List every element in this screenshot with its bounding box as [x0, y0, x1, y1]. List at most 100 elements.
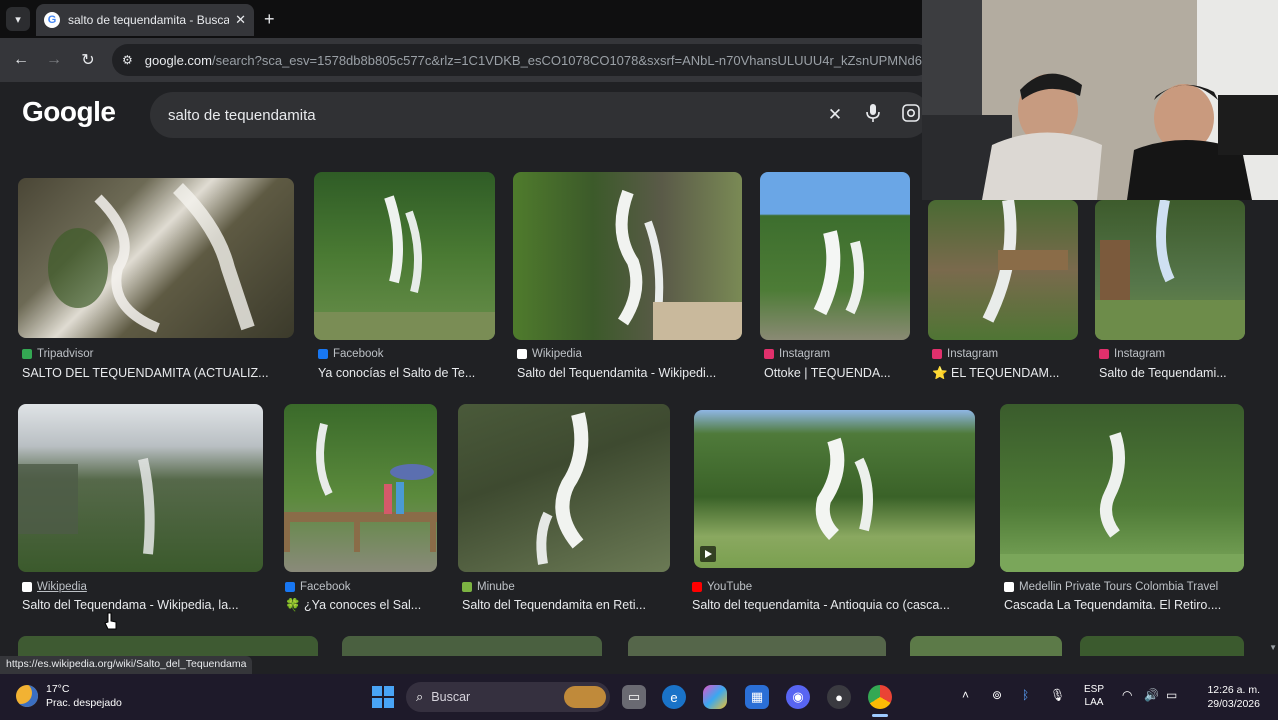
result-title[interactable]: Cascada La Tequendamita. El Retiro.... — [1004, 598, 1244, 612]
search-input[interactable]: salto de tequendamita — [168, 107, 816, 124]
tripadvisor-icon — [22, 349, 32, 359]
result-title[interactable]: Salto del Tequendamita en Reti... — [462, 598, 670, 612]
result-title[interactable]: Salto del Tequendamita - Wikipedi... — [517, 366, 742, 380]
tab-close-icon[interactable]: ✕ — [235, 12, 246, 28]
task-view-icon[interactable]: ▭ — [622, 685, 646, 709]
result-image[interactable] — [18, 404, 263, 572]
discord-icon[interactable]: ◉ — [786, 685, 810, 709]
result-image[interactable] — [1080, 636, 1244, 656]
result-source[interactable]: Facebook — [318, 348, 384, 360]
result-source[interactable]: Instagram — [764, 348, 830, 360]
hand-cursor-icon — [104, 612, 117, 630]
forward-arrow-icon[interactable]: → — [43, 49, 65, 71]
clear-search-icon[interactable]: ✕ — [816, 105, 854, 125]
weather-moon-icon — [16, 685, 38, 707]
result-image[interactable] — [342, 636, 602, 656]
wikipedia-icon — [517, 349, 527, 359]
result-image[interactable] — [928, 200, 1078, 340]
facebook-icon — [318, 349, 328, 359]
screen: ▾ G salto de tequendamita - Buscar ✕ + ←… — [0, 0, 1278, 720]
link-status-bar: https://es.wikipedia.org/wiki/Salto_del_… — [0, 656, 253, 674]
result-image[interactable] — [1000, 404, 1244, 572]
youtube-icon — [692, 582, 702, 592]
microphone-tray-icon[interactable]: 🎙 — [1050, 688, 1065, 702]
taskbar-search-input[interactable]: Buscar — [431, 690, 564, 704]
scroll-down-icon[interactable]: ▼ — [1269, 643, 1277, 652]
result-source[interactable]: Medellin Private Tours Colombia Travel — [1004, 581, 1218, 593]
result-source[interactable]: Instagram — [1099, 348, 1165, 360]
wifi-icon[interactable]: ◠ — [1122, 688, 1132, 702]
reload-icon[interactable]: ↻ — [77, 49, 99, 71]
back-arrow-icon[interactable]: ← — [10, 49, 32, 71]
search-highlight-icon — [564, 686, 606, 708]
address-bar[interactable]: ⚙ google.com/search?sca_esv=1578db8b805c… — [112, 44, 932, 76]
instagram-icon — [764, 349, 774, 359]
instagram-icon — [932, 349, 942, 359]
edge-icon[interactable]: e — [662, 685, 686, 709]
result-image[interactable] — [910, 636, 1062, 656]
store-icon[interactable]: ▦ — [745, 685, 769, 709]
taskbar-clock[interactable]: 12:26 a. m. 29/03/2026 — [1198, 683, 1260, 711]
result-title[interactable]: SALTO DEL TEQUENDAMITA (ACTUALIZ... — [22, 366, 294, 380]
result-source[interactable]: Instagram — [932, 348, 998, 360]
result-source[interactable]: Minube — [462, 581, 515, 593]
windows-start-icon[interactable] — [372, 686, 394, 708]
result-title[interactable]: Ottoke | TEQUENDA... — [764, 366, 910, 380]
meet-now-icon[interactable]: ⊚ — [992, 688, 1002, 702]
wikipedia-icon — [22, 582, 32, 592]
active-tab[interactable]: G salto de tequendamita - Buscar ✕ — [36, 4, 254, 36]
microphone-icon[interactable] — [854, 103, 892, 127]
site-info-icon[interactable]: ⚙ — [122, 53, 133, 67]
result-image[interactable] — [513, 172, 742, 340]
minube-icon — [462, 582, 472, 592]
facebook-icon — [285, 582, 295, 592]
result-source[interactable]: Wikipedia — [22, 581, 87, 593]
page-scrollbar[interactable]: ▼ — [1269, 164, 1278, 656]
temperature: 17°C — [46, 683, 70, 695]
result-image[interactable] — [760, 172, 910, 340]
battery-icon[interactable]: ▭ — [1166, 688, 1177, 702]
volume-icon[interactable]: 🔊 — [1144, 688, 1159, 702]
copilot-icon[interactable] — [703, 685, 727, 709]
result-image[interactable] — [18, 636, 318, 656]
result-title[interactable]: Ya conocías el Salto de Te... — [318, 366, 498, 380]
result-source[interactable]: YouTube — [692, 581, 752, 593]
result-source[interactable]: Wikipedia — [517, 348, 582, 360]
result-title[interactable]: Salto del Tequendama - Wikipedia, la... — [22, 598, 263, 612]
result-image[interactable] — [284, 404, 437, 572]
windows-taskbar: 17°C Prac. despejado ⌕ Buscar ▭ e ▦ ◉ ● … — [0, 674, 1278, 720]
result-source[interactable]: Facebook — [285, 581, 351, 593]
language-indicator[interactable]: ESP LAA — [1084, 683, 1104, 709]
weather-widget[interactable]: 17°C Prac. despejado — [16, 682, 122, 710]
result-title[interactable]: Salto del tequendamita - Antioquia co (c… — [692, 598, 975, 612]
result-image[interactable] — [1095, 200, 1245, 340]
bluetooth-icon[interactable]: ᛒ — [1022, 688, 1029, 702]
result-image[interactable] — [314, 172, 495, 340]
google-favicon-icon: G — [44, 12, 60, 28]
search-box[interactable]: salto de tequendamita ✕ — [150, 92, 930, 138]
instagram-icon — [1099, 349, 1109, 359]
image-results-grid: Tripadvisor SALTO DEL TEQUENDAMITA (ACTU… — [0, 164, 1270, 656]
active-app-indicator — [872, 714, 888, 717]
chrome-icon[interactable] — [868, 685, 892, 709]
result-title[interactable]: Salto de Tequendami... — [1099, 366, 1245, 380]
result-image[interactable] — [458, 404, 670, 572]
result-source[interactable]: Tripadvisor — [22, 348, 93, 360]
google-header: Google salto de tequendamita ✕ — [0, 82, 930, 164]
recording-app-icon[interactable]: ● — [827, 685, 851, 709]
tab-search-menu-icon[interactable]: ▾ — [6, 7, 30, 31]
taskbar-search[interactable]: ⌕ Buscar — [406, 682, 610, 712]
result-title[interactable]: ⭐ EL TEQUENDAM... — [932, 366, 1078, 381]
result-image[interactable] — [628, 636, 886, 656]
search-icon: ⌕ — [416, 689, 424, 704]
result-image[interactable] — [694, 410, 975, 568]
result-title[interactable]: 🍀 ¿Ya conoces el Sal... — [285, 598, 437, 613]
webcam-overlay — [922, 0, 1278, 200]
site-favicon-icon — [1004, 582, 1014, 592]
url-text: google.com/search?sca_esv=1578db8b805c57… — [144, 52, 932, 68]
new-tab-icon[interactable]: + — [264, 9, 275, 30]
show-hidden-icons-icon[interactable]: ˄ — [962, 688, 969, 702]
result-image[interactable] — [18, 178, 294, 338]
google-logo[interactable]: Google — [22, 96, 116, 128]
tab-title: salto de tequendamita - Buscar — [68, 13, 230, 27]
